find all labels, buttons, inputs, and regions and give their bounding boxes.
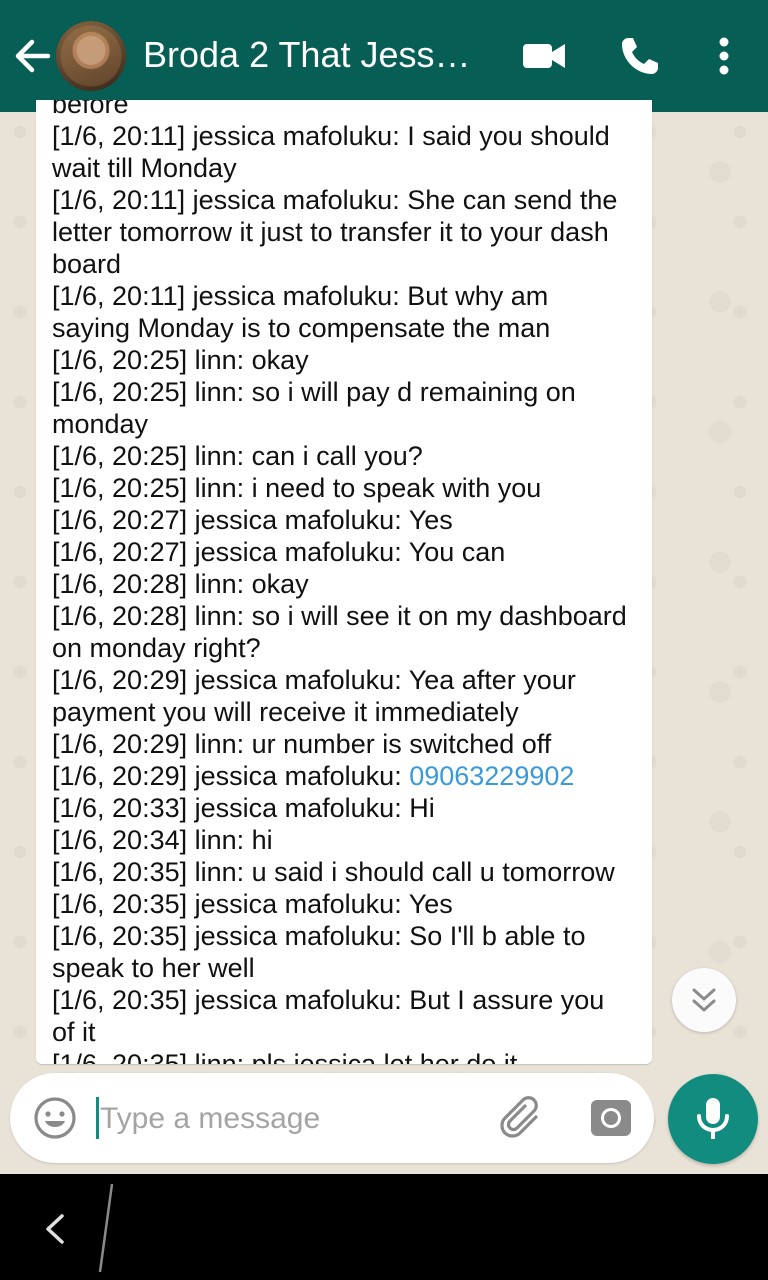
system-nav-bar [0, 1174, 768, 1280]
double-chevron-down-icon [692, 988, 716, 1012]
mic-icon [697, 1098, 729, 1139]
message-line-text: on monday right? [52, 633, 261, 663]
message-line-text: [1/6, 20:35] jessica mafoluku: So I'll b… [52, 921, 586, 951]
message-line-text: [1/6, 20:29] linn: ur number is switched… [52, 729, 552, 759]
more-vert-icon [719, 37, 729, 75]
message-line-text: [1/6, 20:11] jessica mafoluku: She can s… [52, 185, 618, 215]
message-line-text: [1/6, 20:35] jessica mafoluku: Yes [52, 889, 453, 919]
message-line-text: speak to her well [52, 953, 255, 983]
message-line-text: monday [52, 409, 149, 439]
message-line-text: [1/6, 20:28] linn: okay [52, 569, 309, 599]
message-line-text: board [52, 249, 122, 279]
voice-call-button[interactable] [616, 34, 664, 78]
message-line-text: before [52, 100, 129, 119]
message-line: [1/6, 20:35] linn: pls jessica let her d… [52, 1048, 642, 1064]
message-line-text: payment you will receive it immediately [52, 697, 519, 727]
message-line-text: [1/6, 20:35] linn: pls jessica let her d… [52, 1049, 518, 1064]
message-line: [1/6, 20:28] linn: okay [52, 568, 642, 600]
message-line-text: [1/6, 20:34] linn: hi [52, 825, 273, 855]
message-line-text: wait till Monday [52, 153, 237, 183]
message-line: monday [52, 408, 642, 440]
message-line: [1/6, 20:28] linn: so i will see it on m… [52, 600, 642, 632]
phone-number-link[interactable]: 09063229902 [409, 761, 574, 791]
message-line-text: [1/6, 20:27] jessica mafoluku: You can [52, 537, 506, 567]
message-line-text: [1/6, 20:29] jessica mafoluku: [52, 761, 410, 791]
message-text: before [1/6, 20:11] jessica mafoluku: I s… [52, 100, 642, 1064]
message-line: wait till Monday [52, 152, 642, 184]
back-button[interactable] [12, 34, 52, 78]
emoji-icon [34, 1097, 76, 1139]
emoji-button[interactable] [32, 1095, 78, 1141]
message-line: [1/6, 20:29] jessica mafoluku: 090632299… [52, 760, 642, 792]
message-line: [1/6, 20:29] jessica mafoluku: Yea after… [52, 664, 642, 696]
message-line-text: [1/6, 20:25] linn: i need to speak with … [52, 473, 542, 503]
system-back-button[interactable] [36, 1204, 76, 1254]
message-line-text: [1/6, 20:35] linn: u said i should call … [52, 857, 615, 887]
message-line: board [52, 248, 642, 280]
message-line-text: [1/6, 20:25] linn: so i will pay d remai… [52, 377, 576, 407]
message-line: [1/6, 20:29] linn: ur number is switched… [52, 728, 642, 760]
message-line: [1/6, 20:33] jessica mafoluku: Hi [52, 792, 642, 824]
message-line: [1/6, 20:27] jessica mafoluku: You can [52, 536, 642, 568]
camera-button[interactable] [588, 1095, 634, 1141]
camera-icon [591, 1100, 631, 1136]
message-line-text: [1/6, 20:29] jessica mafoluku: Yea after… [52, 665, 576, 695]
contact-avatar[interactable] [56, 21, 126, 91]
message-line-text: [1/6, 20:28] linn: so i will see it on m… [52, 601, 627, 631]
more-options-button[interactable] [706, 34, 742, 78]
message-line: [1/6, 20:11] jessica mafoluku: But why a… [52, 280, 642, 312]
message-line-text: [1/6, 20:27] jessica mafoluku: Yes [52, 505, 453, 535]
back-arrow-icon [15, 39, 51, 73]
message-line-text: [1/6, 20:11] jessica mafoluku: I said yo… [52, 121, 610, 151]
message-line: payment you will receive it immediately [52, 696, 642, 728]
message-line: before [52, 100, 642, 120]
message-line-text: [1/6, 20:25] linn: can i call you? [52, 441, 423, 471]
phone-icon [622, 38, 658, 74]
nav-back-icon [46, 1214, 64, 1244]
chat-title[interactable]: Broda 2 That Jessy… [143, 33, 483, 77]
message-line: [1/6, 20:25] linn: can i call you? [52, 440, 642, 472]
message-line-text: [1/6, 20:33] jessica mafoluku: Hi [52, 793, 435, 823]
chat-header: Broda 2 That Jessy… [0, 0, 768, 112]
message-line: of it [52, 1016, 642, 1048]
message-line-text: [1/6, 20:11] jessica mafoluku: But why a… [52, 281, 549, 311]
message-input[interactable] [98, 1093, 482, 1145]
message-line: [1/6, 20:25] linn: okay [52, 344, 642, 376]
message-line-text: [1/6, 20:35] jessica mafoluku: But I ass… [52, 985, 605, 1015]
voice-message-button[interactable] [668, 1074, 758, 1164]
message-line: [1/6, 20:25] linn: i need to speak with … [52, 472, 642, 504]
message-line: [1/6, 20:35] jessica mafoluku: Yes [52, 888, 642, 920]
message-line: [1/6, 20:35] jessica mafoluku: But I ass… [52, 984, 642, 1016]
message-line: [1/6, 20:35] jessica mafoluku: So I'll b… [52, 920, 642, 952]
message-line: on monday right? [52, 632, 642, 664]
message-line: speak to her well [52, 952, 642, 984]
message-line: [1/6, 20:27] jessica mafoluku: Yes [52, 504, 642, 536]
message-line-text: of it [52, 1017, 96, 1047]
video-call-icon [523, 44, 565, 68]
message-line-text: [1/6, 20:25] linn: okay [52, 345, 309, 375]
nav-divider [98, 1183, 114, 1273]
message-line: [1/6, 20:25] linn: so i will pay d remai… [52, 376, 642, 408]
message-line-text: saying Monday is to compensate the man [52, 313, 551, 343]
message-line: [1/6, 20:34] linn: hi [52, 824, 642, 856]
message-line: [1/6, 20:11] jessica mafoluku: I said yo… [52, 120, 642, 152]
message-line-text: letter tomorrow it just to transfer it t… [52, 217, 609, 247]
message-line: letter tomorrow it just to transfer it t… [52, 216, 642, 248]
attach-icon [500, 1096, 538, 1138]
video-call-button[interactable] [520, 34, 568, 78]
attach-button[interactable] [498, 1095, 546, 1143]
message-line: [1/6, 20:11] jessica mafoluku: She can s… [52, 184, 642, 216]
scroll-to-bottom-button[interactable] [672, 968, 736, 1032]
message-line: saying Monday is to compensate the man [52, 312, 642, 344]
message-line: [1/6, 20:35] linn: u said i should call … [52, 856, 642, 888]
message-bubble[interactable]: before [1/6, 20:11] jessica mafoluku: I s… [36, 100, 652, 1064]
message-composer [10, 1073, 654, 1163]
